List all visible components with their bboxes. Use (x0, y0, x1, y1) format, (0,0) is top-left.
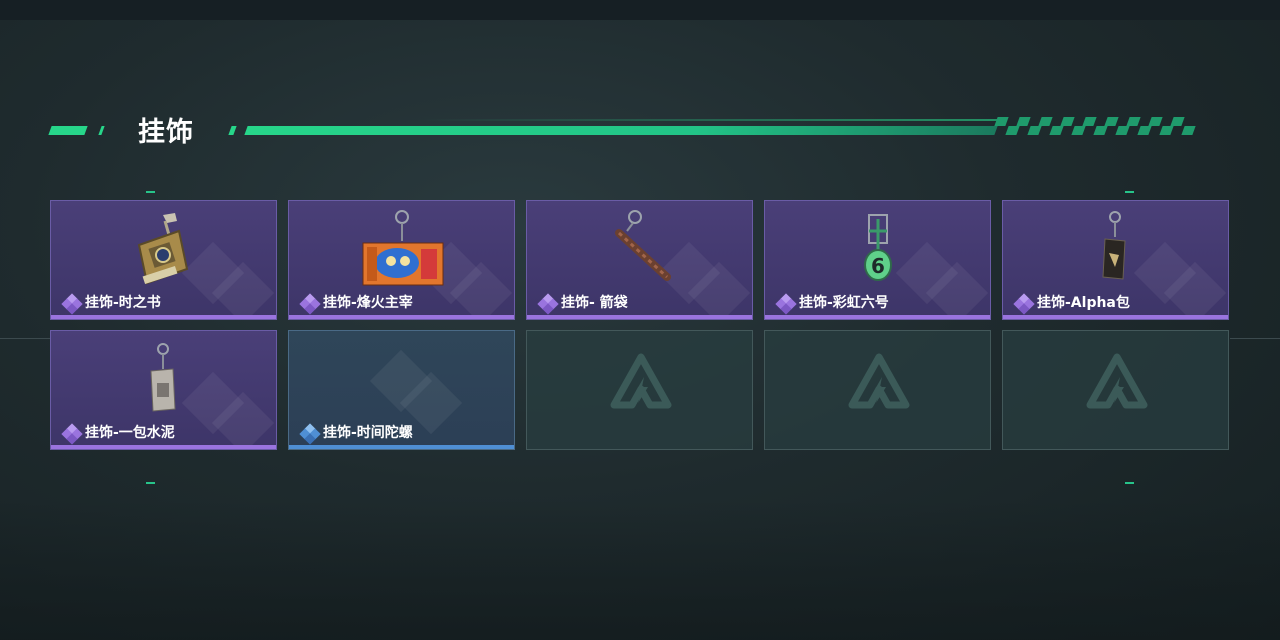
charm-name: 挂饰- 箭袋 (561, 295, 628, 311)
purple-rarity-icon (537, 293, 559, 315)
frame-marker (146, 191, 155, 193)
charm-card[interactable]: 6 挂饰-彩虹六号 (764, 200, 991, 320)
frame-marker (1125, 191, 1134, 193)
header-dash (98, 126, 105, 135)
charm-name: 挂饰-时间陀螺 (323, 425, 413, 441)
top-bar (0, 0, 1280, 20)
rarity-stripe (51, 445, 276, 449)
side-line (1230, 338, 1280, 339)
rarity-stripe (289, 445, 514, 449)
charm-name: 挂饰-烽火主宰 (323, 295, 413, 311)
purple-rarity-icon (61, 293, 83, 315)
empty-slot (764, 330, 991, 450)
empty-slot (526, 330, 753, 450)
charm-card[interactable]: 挂饰-时之书 (50, 200, 277, 320)
charm-name: 挂饰-Alpha包 (1037, 295, 1130, 311)
charm-card[interactable]: 挂饰- 箭袋 (526, 200, 753, 320)
header-dash (228, 126, 237, 135)
header-dash (48, 126, 88, 135)
rarity-stripe (289, 315, 514, 319)
purple-rarity-icon (61, 423, 83, 445)
svg-text:6: 6 (871, 254, 885, 278)
frame-marker (1125, 482, 1134, 484)
charm-name: 挂饰-一包水泥 (85, 425, 175, 441)
blue-rarity-icon (299, 423, 321, 445)
purple-rarity-icon (1013, 293, 1035, 315)
purple-rarity-icon (299, 293, 321, 315)
empty-slot (1002, 330, 1229, 450)
section-title: 挂饰 (138, 117, 194, 148)
purple-rarity-icon (775, 293, 797, 315)
charm-card[interactable]: 挂饰-一包水泥 (50, 330, 277, 450)
charm-name: 挂饰-时之书 (85, 295, 161, 311)
header-bar (244, 126, 998, 135)
header-checker-pattern (994, 117, 1201, 135)
charm-card[interactable]: 挂饰-时间陀螺 (288, 330, 515, 450)
rarity-stripe (765, 315, 990, 319)
charm-card[interactable]: 挂饰-烽火主宰 (288, 200, 515, 320)
background-shade (0, 500, 1280, 640)
game-logo-icon (610, 353, 672, 409)
rarity-stripe (51, 315, 276, 319)
charm-name: 挂饰-彩虹六号 (799, 295, 889, 311)
rarity-stripe (1003, 315, 1228, 319)
rarity-stripe (527, 315, 752, 319)
charm-card[interactable]: 挂饰-Alpha包 (1002, 200, 1229, 320)
game-logo-icon (1086, 353, 1148, 409)
side-line (0, 338, 50, 339)
header-thin-line (420, 119, 1000, 121)
game-logo-icon (848, 353, 910, 409)
frame-marker (146, 482, 155, 484)
